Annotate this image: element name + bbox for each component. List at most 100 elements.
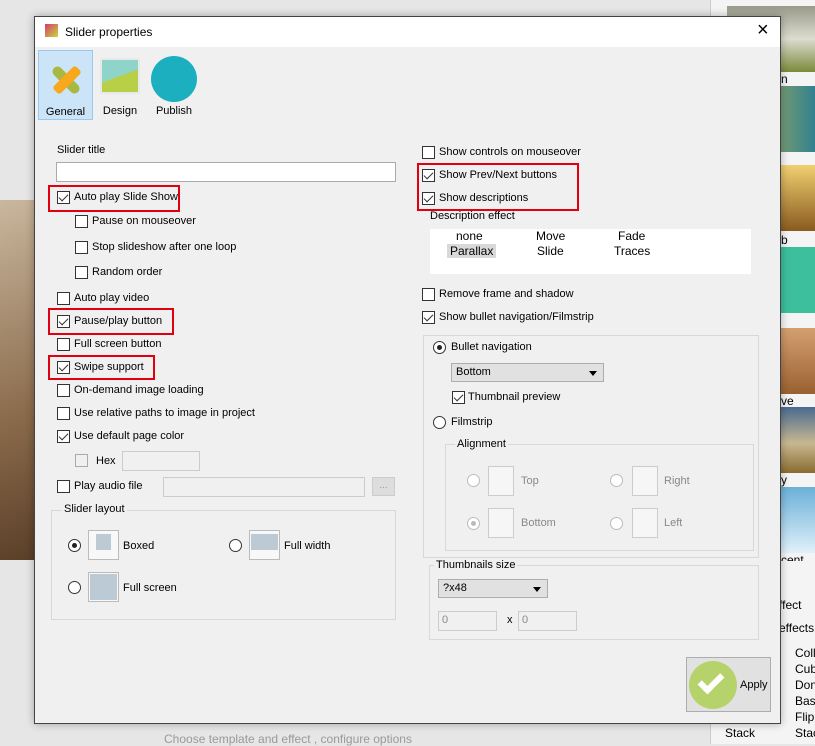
filmstrip-radio[interactable] [433,416,446,429]
slider-properties-dialog: Slider properties × General Design Publi… [34,16,781,724]
auto-play-video-checkbox[interactable] [57,292,70,305]
background-photo [0,200,35,560]
highlight-pause-play [48,308,174,335]
layout-full-screen-label: Full screen [123,582,177,594]
checkmark-icon [689,661,737,709]
thumbnails-size-label: Thumbnails size [434,559,518,571]
tab-label: Design [102,105,138,117]
align-right-icon [632,466,658,496]
effect-item[interactable]: Stack [725,726,755,740]
relative-paths-label: Use relative paths to image in project [74,407,255,419]
highlight-prev-next-descriptions [417,163,579,211]
slider-layout-label: Slider layout [62,503,127,515]
align-bottom-radio[interactable] [467,517,480,530]
stop-after-loop-label: Stop slideshow after one loop [92,241,237,253]
apply-label: Apply [740,679,768,691]
filmstrip-label: Filmstrip [451,416,493,428]
browse-button[interactable]: ... [372,477,395,496]
align-left-icon [632,508,658,538]
slider-title-input[interactable] [56,162,396,182]
play-audio-label: Play audio file [74,480,143,492]
align-bottom-icon [488,508,514,538]
bullet-position-select[interactable]: Bottom [451,363,604,382]
layout-boxed-label: Boxed [123,540,155,552]
slider-title-label: Slider title [57,144,106,156]
full-screen-layout-icon [88,572,119,602]
hex-input[interactable] [122,451,200,471]
template-label: b [781,233,788,247]
full-width-layout-icon [249,530,280,560]
effect-item[interactable]: Coll [795,646,815,660]
show-controls-label: Show controls on mouseover [439,146,581,158]
thumbnail-preview-checkbox[interactable] [452,391,465,404]
align-bottom-label: Bottom [521,517,556,529]
pause-mouseover-label: Pause on mouseover [92,215,196,227]
show-bullet-label: Show bullet navigation/Filmstrip [439,311,594,323]
title-bar: Slider properties × [35,17,780,47]
effect-option[interactable]: Traces [614,244,650,258]
effect-item[interactable]: Stac [795,726,815,740]
play-audio-checkbox[interactable] [57,480,70,493]
align-top-radio[interactable] [467,474,480,487]
default-page-color-checkbox[interactable] [57,430,70,443]
auto-play-video-label: Auto play video [74,292,150,304]
thumbnails-size-select[interactable]: ?x48 [438,579,548,598]
show-controls-checkbox[interactable] [422,146,435,159]
bullet-navigation-radio[interactable] [433,341,446,354]
align-left-radio[interactable] [610,517,623,530]
align-right-radio[interactable] [610,474,623,487]
effect-option[interactable]: Fade [618,229,645,243]
remove-frame-checkbox[interactable] [422,288,435,301]
times-label: x [507,614,513,626]
effect-item[interactable]: Basi [795,694,815,708]
app-icon [45,24,58,37]
align-top-label: Top [521,475,539,487]
audio-file-input[interactable] [163,477,365,497]
effect-option[interactable]: Slide [537,244,564,258]
template-label: y [781,473,787,487]
effect-option[interactable]: none [456,229,483,243]
tab-label: General [45,106,86,118]
boxed-layout-icon [88,530,119,560]
effect-label: ffect [779,598,802,612]
apply-button[interactable]: Apply [686,657,771,712]
globe-icon [151,56,197,102]
layout-full-width-label: Full width [284,540,331,552]
close-button[interactable]: × [757,19,769,41]
on-demand-checkbox[interactable] [57,384,70,397]
relative-paths-checkbox[interactable] [57,407,70,420]
alignment-label: Alignment [455,438,508,450]
on-demand-label: On-demand image loading [74,384,204,396]
highlight-auto-play [48,185,180,212]
show-bullet-checkbox[interactable] [422,311,435,324]
effect-item[interactable]: Cub [795,662,815,676]
full-screen-button-checkbox[interactable] [57,338,70,351]
tab-publish[interactable]: Publish [147,50,201,120]
layout-full-width-radio[interactable] [229,539,242,552]
hex-checkbox[interactable] [75,454,88,467]
effect-option-selected[interactable]: Parallax [447,244,497,258]
highlight-swipe [48,355,155,380]
bullet-navigation-label: Bullet navigation [451,341,532,353]
slider-layout-group [51,510,396,620]
tab-general[interactable]: General [38,50,93,120]
random-order-checkbox[interactable] [75,266,88,279]
image-icon [100,58,140,94]
tab-design[interactable]: Design [97,50,143,120]
description-effect-list[interactable]: none Move Fade Parallax Slide Traces [430,229,751,274]
effect-item[interactable]: Flip [795,710,814,724]
thumb-height-spinner[interactable]: 0 [518,611,577,631]
stop-after-loop-checkbox[interactable] [75,241,88,254]
random-order-label: Random order [92,266,163,278]
remove-frame-label: Remove frame and shadow [439,288,574,300]
layout-full-screen-radio[interactable] [68,581,81,594]
align-left-label: Left [664,517,683,529]
effect-option[interactable]: Move [536,229,565,243]
layout-boxed-radio[interactable] [68,539,81,552]
thumb-width-spinner[interactable]: 0 [438,611,497,631]
effect-item[interactable]: Don [795,678,815,692]
pause-mouseover-checkbox[interactable] [75,215,88,228]
effects-label: effects [779,621,815,635]
align-top-icon [488,466,514,496]
default-page-color-label: Use default page color [74,430,185,442]
